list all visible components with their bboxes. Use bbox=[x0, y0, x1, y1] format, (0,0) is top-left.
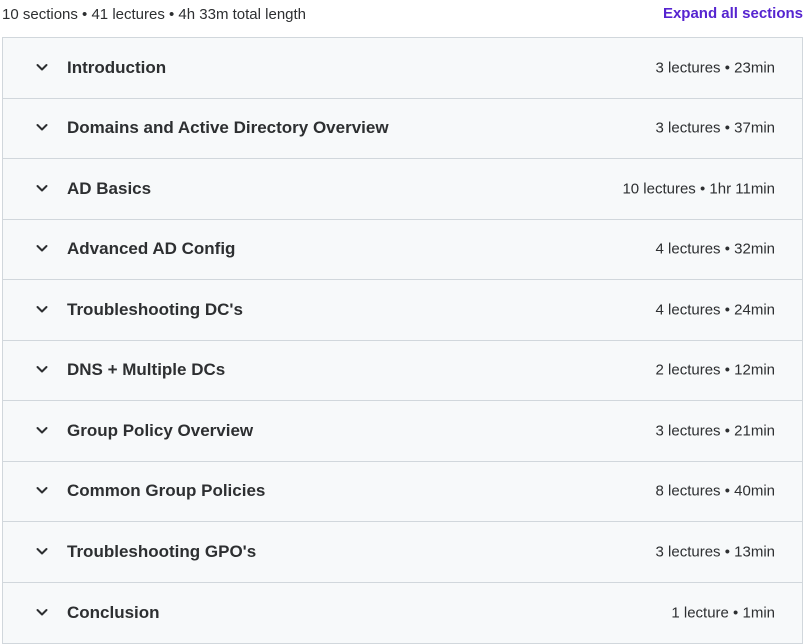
section-row-conclusion[interactable]: Conclusion 1 lecture • 1min bbox=[3, 582, 802, 643]
section-title: DNS + Multiple DCs bbox=[67, 360, 226, 380]
expand-all-sections-button[interactable]: Expand all sections bbox=[663, 5, 803, 22]
section-row-introduction[interactable]: Introduction 3 lectures • 23min bbox=[3, 38, 802, 99]
chevron-down-icon bbox=[34, 604, 50, 620]
chevron-down-icon bbox=[34, 543, 50, 559]
section-row-ad-basics[interactable]: AD Basics 10 lectures • 1hr 11min bbox=[3, 159, 802, 220]
section-meta: 3 lectures • 37min bbox=[655, 119, 775, 137]
section-meta: 10 lectures • 1hr 11min bbox=[622, 180, 775, 198]
chevron-down-icon bbox=[34, 240, 50, 256]
section-meta: 8 lectures • 40min bbox=[655, 482, 775, 500]
course-sections-list: Introduction 3 lectures • 23min Domains … bbox=[2, 37, 803, 644]
section-title: Domains and Active Directory Overview bbox=[67, 118, 389, 138]
section-row-common-group-policies[interactable]: Common Group Policies 8 lectures • 40min bbox=[3, 461, 802, 522]
section-row-domains-and-active-directory-overview[interactable]: Domains and Active Directory Overview 3 … bbox=[3, 98, 802, 159]
section-row-troubleshooting-gpos[interactable]: Troubleshooting GPO's 3 lectures • 13min bbox=[3, 522, 802, 583]
section-row-advanced-ad-config[interactable]: Advanced AD Config 4 lectures • 32min bbox=[3, 219, 802, 280]
section-title: Troubleshooting GPO's bbox=[67, 541, 257, 561]
chevron-down-icon bbox=[34, 119, 50, 135]
section-title: Conclusion bbox=[67, 602, 160, 622]
chevron-down-icon bbox=[34, 422, 50, 438]
section-row-group-policy-overview[interactable]: Group Policy Overview 3 lectures • 21min bbox=[3, 401, 802, 462]
section-meta: 3 lectures • 21min bbox=[655, 422, 775, 440]
section-row-troubleshooting-dcs[interactable]: Troubleshooting DC's 4 lectures • 24min bbox=[3, 280, 802, 341]
section-row-dns-multiple-dcs[interactable]: DNS + Multiple DCs 2 lectures • 12min bbox=[3, 340, 802, 401]
chevron-down-icon bbox=[34, 180, 50, 196]
curriculum-summary: 10 sections • 41 lectures • 4h 33m total… bbox=[2, 6, 307, 23]
chevron-down-icon bbox=[34, 301, 50, 317]
section-title: Common Group Policies bbox=[67, 481, 266, 501]
section-meta: 2 lectures • 12min bbox=[655, 361, 775, 379]
section-title: Group Policy Overview bbox=[67, 420, 254, 440]
section-title: AD Basics bbox=[67, 178, 152, 198]
chevron-down-icon bbox=[34, 361, 50, 377]
chevron-down-icon bbox=[34, 482, 50, 498]
section-meta: 4 lectures • 24min bbox=[655, 301, 775, 319]
section-meta: 3 lectures • 23min bbox=[655, 59, 775, 77]
section-meta: 1 lecture • 1min bbox=[671, 604, 775, 622]
section-title: Introduction bbox=[67, 57, 167, 77]
curriculum-summary-bar: 10 sections • 41 lectures • 4h 33m total… bbox=[0, 0, 808, 30]
section-title: Advanced AD Config bbox=[67, 239, 236, 259]
chevron-down-icon bbox=[34, 59, 50, 75]
section-meta: 3 lectures • 13min bbox=[655, 543, 775, 561]
section-meta: 4 lectures • 32min bbox=[655, 240, 775, 258]
section-title: Troubleshooting DC's bbox=[67, 299, 243, 319]
